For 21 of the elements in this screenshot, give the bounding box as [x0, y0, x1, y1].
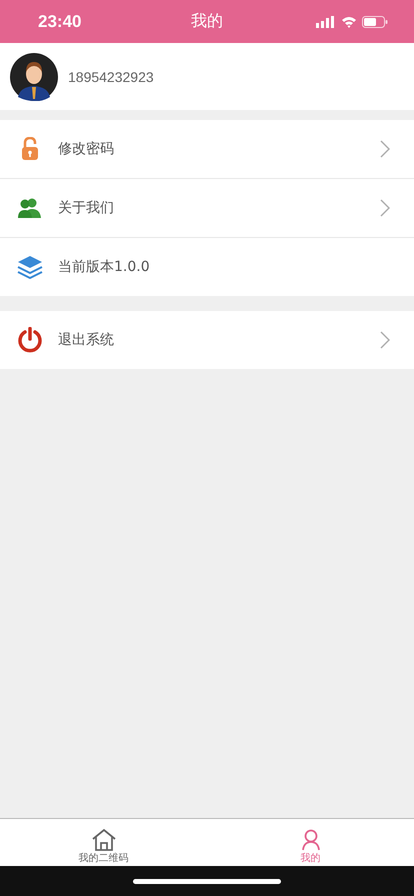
wifi-icon: [341, 16, 357, 28]
page-title: 我的: [191, 11, 223, 32]
layers-icon: [17, 255, 43, 279]
menu-item[interactable]: 退出系统: [0, 311, 414, 369]
chevron-right-icon: [380, 199, 390, 217]
people-icon: [18, 198, 42, 218]
status-time: 23:40: [38, 12, 82, 32]
chevron-right-icon: [380, 140, 390, 158]
person-icon: [300, 829, 320, 851]
menu-item[interactable]: 关于我们: [0, 179, 414, 238]
phone-number: 18954232923: [68, 68, 154, 84]
menu-item[interactable]: 修改密码: [0, 120, 414, 179]
signal-icon: [316, 16, 336, 28]
menu-item[interactable]: 当前版本1.0.0: [0, 238, 414, 296]
tab[interactable]: 我的二维码: [0, 819, 207, 866]
avatar-icon: [10, 52, 58, 100]
padlock-icon: [21, 137, 39, 161]
home-icon: [92, 829, 116, 851]
chevron-right-icon: [380, 331, 390, 349]
power-icon: [17, 327, 43, 353]
battery-icon: [362, 16, 388, 28]
